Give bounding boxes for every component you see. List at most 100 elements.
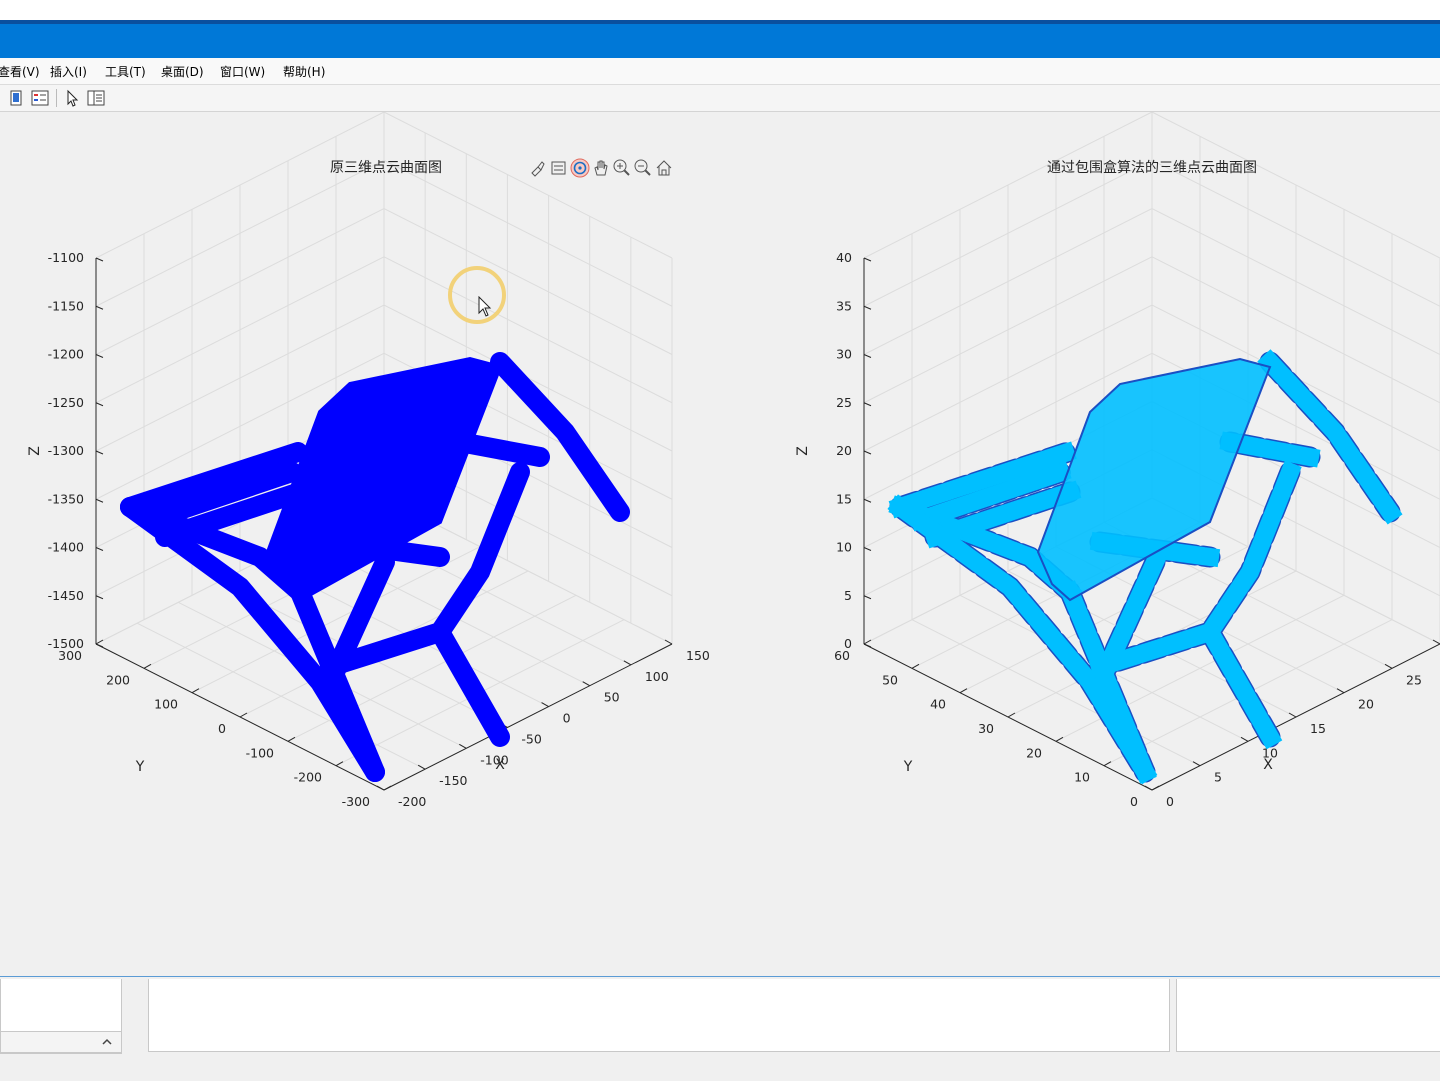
x-tick bbox=[1384, 663, 1393, 669]
z-tick bbox=[863, 595, 872, 600]
data-tips-icon[interactable] bbox=[549, 158, 569, 178]
z-tick-label: -1150 bbox=[48, 298, 84, 313]
x-tick-label: -150 bbox=[439, 773, 467, 788]
figure-plots: -150 0 -1450 -1400 -1350 -1300 -1250 -1200 -1150… bbox=[27, 112, 1440, 809]
x-tick bbox=[582, 681, 590, 687]
y-tick-label: 20 bbox=[1026, 745, 1042, 760]
pointer-icon[interactable] bbox=[62, 88, 82, 108]
z-tick bbox=[95, 402, 104, 407]
menu-window[interactable]: 窗口(W) bbox=[220, 63, 265, 80]
x-tick-label: 150 bbox=[686, 648, 710, 663]
z-tick bbox=[95, 498, 104, 503]
command-window-panel[interactable] bbox=[148, 979, 1170, 1052]
figure-toolbar bbox=[0, 85, 1440, 112]
property-inspector-icon[interactable] bbox=[86, 88, 106, 108]
chevron-up-icon[interactable] bbox=[101, 1036, 113, 1048]
z-tick bbox=[863, 305, 872, 310]
y-tick-label: 300 bbox=[58, 648, 82, 663]
z-tick bbox=[95, 354, 104, 358]
x-tick-label: 0 bbox=[1166, 794, 1174, 809]
x-tick-label: 20 bbox=[1358, 697, 1374, 712]
y-tick-label: -200 bbox=[294, 770, 322, 785]
z-tick bbox=[863, 643, 872, 648]
insert-legend-icon[interactable] bbox=[30, 88, 50, 108]
x-tick bbox=[664, 639, 673, 645]
workspace-panel[interactable] bbox=[1176, 979, 1440, 1052]
menu-tools[interactable]: 工具(T) bbox=[105, 63, 146, 80]
z-tick bbox=[95, 257, 104, 262]
toolbar-separator bbox=[56, 89, 57, 107]
z-tick bbox=[863, 547, 872, 551]
y-tick-label: 30 bbox=[978, 721, 994, 736]
z-axis-label: Z bbox=[795, 446, 811, 456]
screen-top-strip bbox=[0, 0, 1440, 20]
y-tick bbox=[287, 736, 296, 742]
x-tick bbox=[623, 660, 632, 666]
z-tick-label: -1300 bbox=[48, 443, 84, 458]
z-tick bbox=[863, 354, 872, 358]
left-dock-scroll[interactable] bbox=[0, 1031, 122, 1053]
x-axis-line bbox=[383, 643, 673, 791]
z-tick-label: -1350 bbox=[48, 491, 84, 506]
menu-view[interactable]: 查看(V) bbox=[0, 63, 40, 80]
y-tick-label: 50 bbox=[882, 672, 898, 687]
cursor-highlight-ring bbox=[448, 266, 506, 324]
z-tick bbox=[95, 643, 104, 648]
zoom-out-icon[interactable] bbox=[633, 158, 653, 178]
y-tick-label: 0 bbox=[218, 721, 226, 736]
x-axis-label: X bbox=[1263, 757, 1273, 773]
z-tick-label: 25 bbox=[836, 395, 852, 410]
menu-insert[interactable]: 插入(I) bbox=[50, 63, 87, 80]
x-axis-label: X bbox=[495, 757, 505, 773]
menu-help[interactable]: 帮助(H) bbox=[283, 63, 325, 80]
z-tick bbox=[95, 595, 104, 600]
z-tick-label: 40 bbox=[836, 250, 852, 265]
menu-desktop[interactable]: 桌面(D) bbox=[161, 63, 204, 80]
z-tick-label: 10 bbox=[836, 540, 852, 555]
brush-icon[interactable] bbox=[528, 158, 548, 178]
axes-toolbar bbox=[528, 156, 676, 180]
z-tick-label: -1100 bbox=[48, 250, 84, 265]
axes-right[interactable]: 0510152025303540010203040506005101520253… bbox=[795, 112, 1440, 809]
rotate-3d-icon[interactable] bbox=[570, 158, 590, 178]
y-tick bbox=[95, 639, 104, 645]
figure-canvas[interactable]: -150 0 -1450 -1400 -1350 -1300 -1250 -1200 -1150… bbox=[0, 112, 1440, 976]
new-figure-icon[interactable] bbox=[6, 88, 26, 108]
y-tick-label: 40 bbox=[930, 697, 946, 712]
z-tick bbox=[863, 450, 872, 455]
zoom-in-icon[interactable] bbox=[612, 158, 632, 178]
y-tick-label: 60 bbox=[834, 648, 850, 663]
x-tick-label: 5 bbox=[1214, 770, 1222, 785]
y-tick-label: 200 bbox=[106, 672, 130, 687]
y-tick-label: 10 bbox=[1074, 770, 1090, 785]
y-tick bbox=[1055, 736, 1064, 742]
z-tick-label: 30 bbox=[836, 347, 852, 362]
x-tick bbox=[1288, 712, 1297, 718]
mouse-cursor-icon bbox=[478, 295, 494, 318]
x-tick bbox=[1240, 736, 1249, 742]
z-tick bbox=[95, 305, 104, 310]
z-tick-label: 20 bbox=[836, 443, 852, 458]
home-icon[interactable] bbox=[654, 158, 674, 178]
chair-bounding-box-mesh bbox=[887, 349, 1403, 785]
y-tick bbox=[1007, 712, 1016, 718]
x-tick bbox=[376, 785, 385, 791]
axes-left[interactable]: -150 0 -1450 -1400 -1350 -1300 -1250 -1200 -1150… bbox=[27, 112, 710, 809]
y-tick-label: -300 bbox=[342, 794, 370, 809]
x-tick-label: 25 bbox=[1406, 672, 1422, 687]
pan-icon[interactable] bbox=[591, 158, 611, 178]
y-tick bbox=[335, 761, 344, 767]
x-tick bbox=[1192, 761, 1201, 767]
x-tick-label: 50 bbox=[604, 690, 620, 705]
z-tick-label: -1450 bbox=[48, 588, 84, 603]
z-tick-label: -1250 bbox=[48, 395, 84, 410]
y-tick-label: 100 bbox=[154, 697, 178, 712]
y-tick bbox=[1103, 761, 1112, 767]
chair-part bbox=[450, 432, 550, 467]
window-title-bar[interactable] bbox=[0, 20, 1440, 58]
y-tick bbox=[911, 663, 920, 669]
z-tick bbox=[95, 547, 104, 551]
z-tick bbox=[863, 498, 872, 503]
y-tick bbox=[191, 688, 200, 694]
y-tick bbox=[383, 785, 392, 791]
